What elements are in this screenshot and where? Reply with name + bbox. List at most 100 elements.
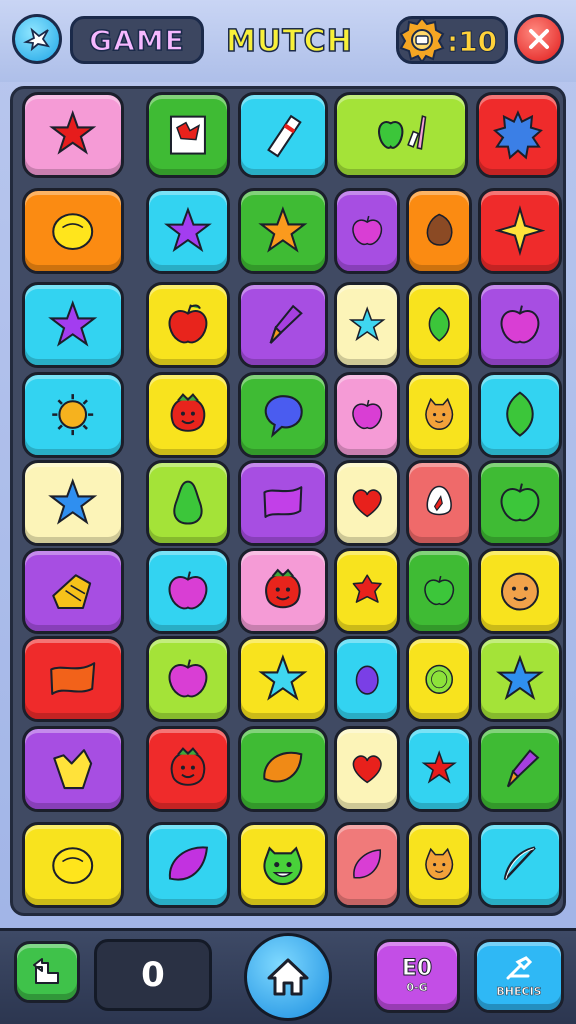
game-tile[interactable] [476,92,560,178]
game-tile[interactable] [146,282,230,368]
game-tile[interactable] [334,372,400,458]
game-tile[interactable] [406,460,472,546]
bottom-bar: 0 E0 0-G BHECIS [0,928,576,1024]
game-tile[interactable] [22,188,124,274]
orange-star-icon [258,206,308,254]
blue-starburst-icon [493,110,543,160]
teal-star-icon [348,306,386,342]
game-tile[interactable] [334,548,400,634]
game-tile[interactable] [238,636,328,722]
blue-speech-bubble-icon [264,395,303,439]
game-tile[interactable] [238,282,328,368]
game-tile[interactable] [406,548,472,634]
game-tile[interactable] [406,636,472,722]
game-tile[interactable] [238,726,328,812]
red-heart-icon [352,755,382,784]
game-tile[interactable] [22,636,124,722]
green-lime-icon [425,665,453,695]
game-tile[interactable] [334,726,400,812]
game-tile[interactable] [334,460,400,546]
red-strawberry-face-icon [170,393,206,433]
teal-star-icon [258,654,308,702]
game-tile[interactable] [238,822,328,908]
yellow-pasta-icon [52,574,92,610]
game-tile[interactable] [238,548,328,634]
game-tile[interactable] [22,548,124,634]
magenta-apple-icon [168,659,208,698]
game-tile[interactable] [146,636,230,722]
game-tile[interactable] [146,822,230,908]
game-title-pill: GAME [70,16,204,64]
monkey-face-icon [501,573,539,611]
game-tile[interactable] [478,726,562,812]
game-tile[interactable] [22,726,124,812]
game-tile[interactable] [334,822,400,908]
green-apple-icon [500,483,540,522]
pink-leaf-icon [353,849,381,879]
game-tile[interactable] [146,372,230,458]
game-tile[interactable] [146,92,230,178]
top-bar: GAME MUTCH :10 [0,0,576,82]
game-tile[interactable] [334,636,400,722]
score-value: :10 [446,24,498,58]
back-arrow-icon[interactable] [14,941,80,1003]
game-tile[interactable] [334,282,400,368]
game-tile[interactable] [238,188,328,274]
yellow-sparkle-icon [495,205,545,257]
game-tile[interactable] [478,188,562,274]
magenta-apple-icon [352,400,382,430]
red-strawberry-face-icon [170,747,206,787]
magenta-apple-icon [352,216,382,246]
home-icon [267,958,309,996]
skills-button[interactable]: BHECIS [474,939,564,1013]
purple-star-icon [164,207,212,253]
stats-button[interactable]: E0 0-G [374,939,460,1013]
game-tile[interactable] [406,726,472,812]
gear-coin-icon [399,16,445,64]
title-right: MUTCH [225,23,353,60]
game-tile[interactable] [406,372,472,458]
game-tile[interactable] [238,92,328,178]
game-tile[interactable] [478,372,562,458]
orange-sun-icon [52,394,94,436]
green-leaf-icon [506,391,534,438]
game-tile[interactable] [478,822,562,908]
game-tile[interactable] [406,822,472,908]
game-tile[interactable] [146,188,230,274]
game-tile[interactable] [334,188,400,274]
green-leaf-icon [428,307,450,343]
game-tile[interactable] [146,548,230,634]
purple-star-icon [48,300,98,348]
apple-pencil-combo-icon [378,115,427,151]
red-star-icon [49,110,97,155]
game-tile[interactable] [146,726,230,812]
game-tile[interactable] [478,636,562,722]
red-blob-star-icon [352,574,382,604]
purple-plum-icon [355,665,379,696]
bird-icon[interactable] [12,14,62,64]
game-tile[interactable] [238,460,328,546]
home-button[interactable] [244,933,332,1021]
magenta-apple-icon [500,305,540,344]
blue-star-icon [48,478,98,526]
cat-face-icon [425,398,453,431]
green-pear-icon [173,481,203,525]
yellow-lemon-icon [52,213,94,251]
game-tile[interactable] [238,372,328,458]
magenta-apple-icon [168,571,208,610]
red-strawberry-face-icon [265,569,301,609]
game-tile[interactable] [406,282,472,368]
game-tile[interactable] [478,460,562,546]
game-tile[interactable] [22,822,124,908]
game-tile[interactable] [334,92,468,178]
game-tile[interactable] [22,92,124,178]
cat-face-icon [425,848,453,881]
game-tile[interactable] [22,460,124,546]
game-tile[interactable] [478,548,562,634]
game-tile[interactable] [146,460,230,546]
close-icon[interactable] [514,14,564,64]
game-tile[interactable] [406,188,472,274]
game-tile[interactable] [478,282,562,368]
game-tile[interactable] [22,372,124,458]
game-tile[interactable] [22,282,124,368]
